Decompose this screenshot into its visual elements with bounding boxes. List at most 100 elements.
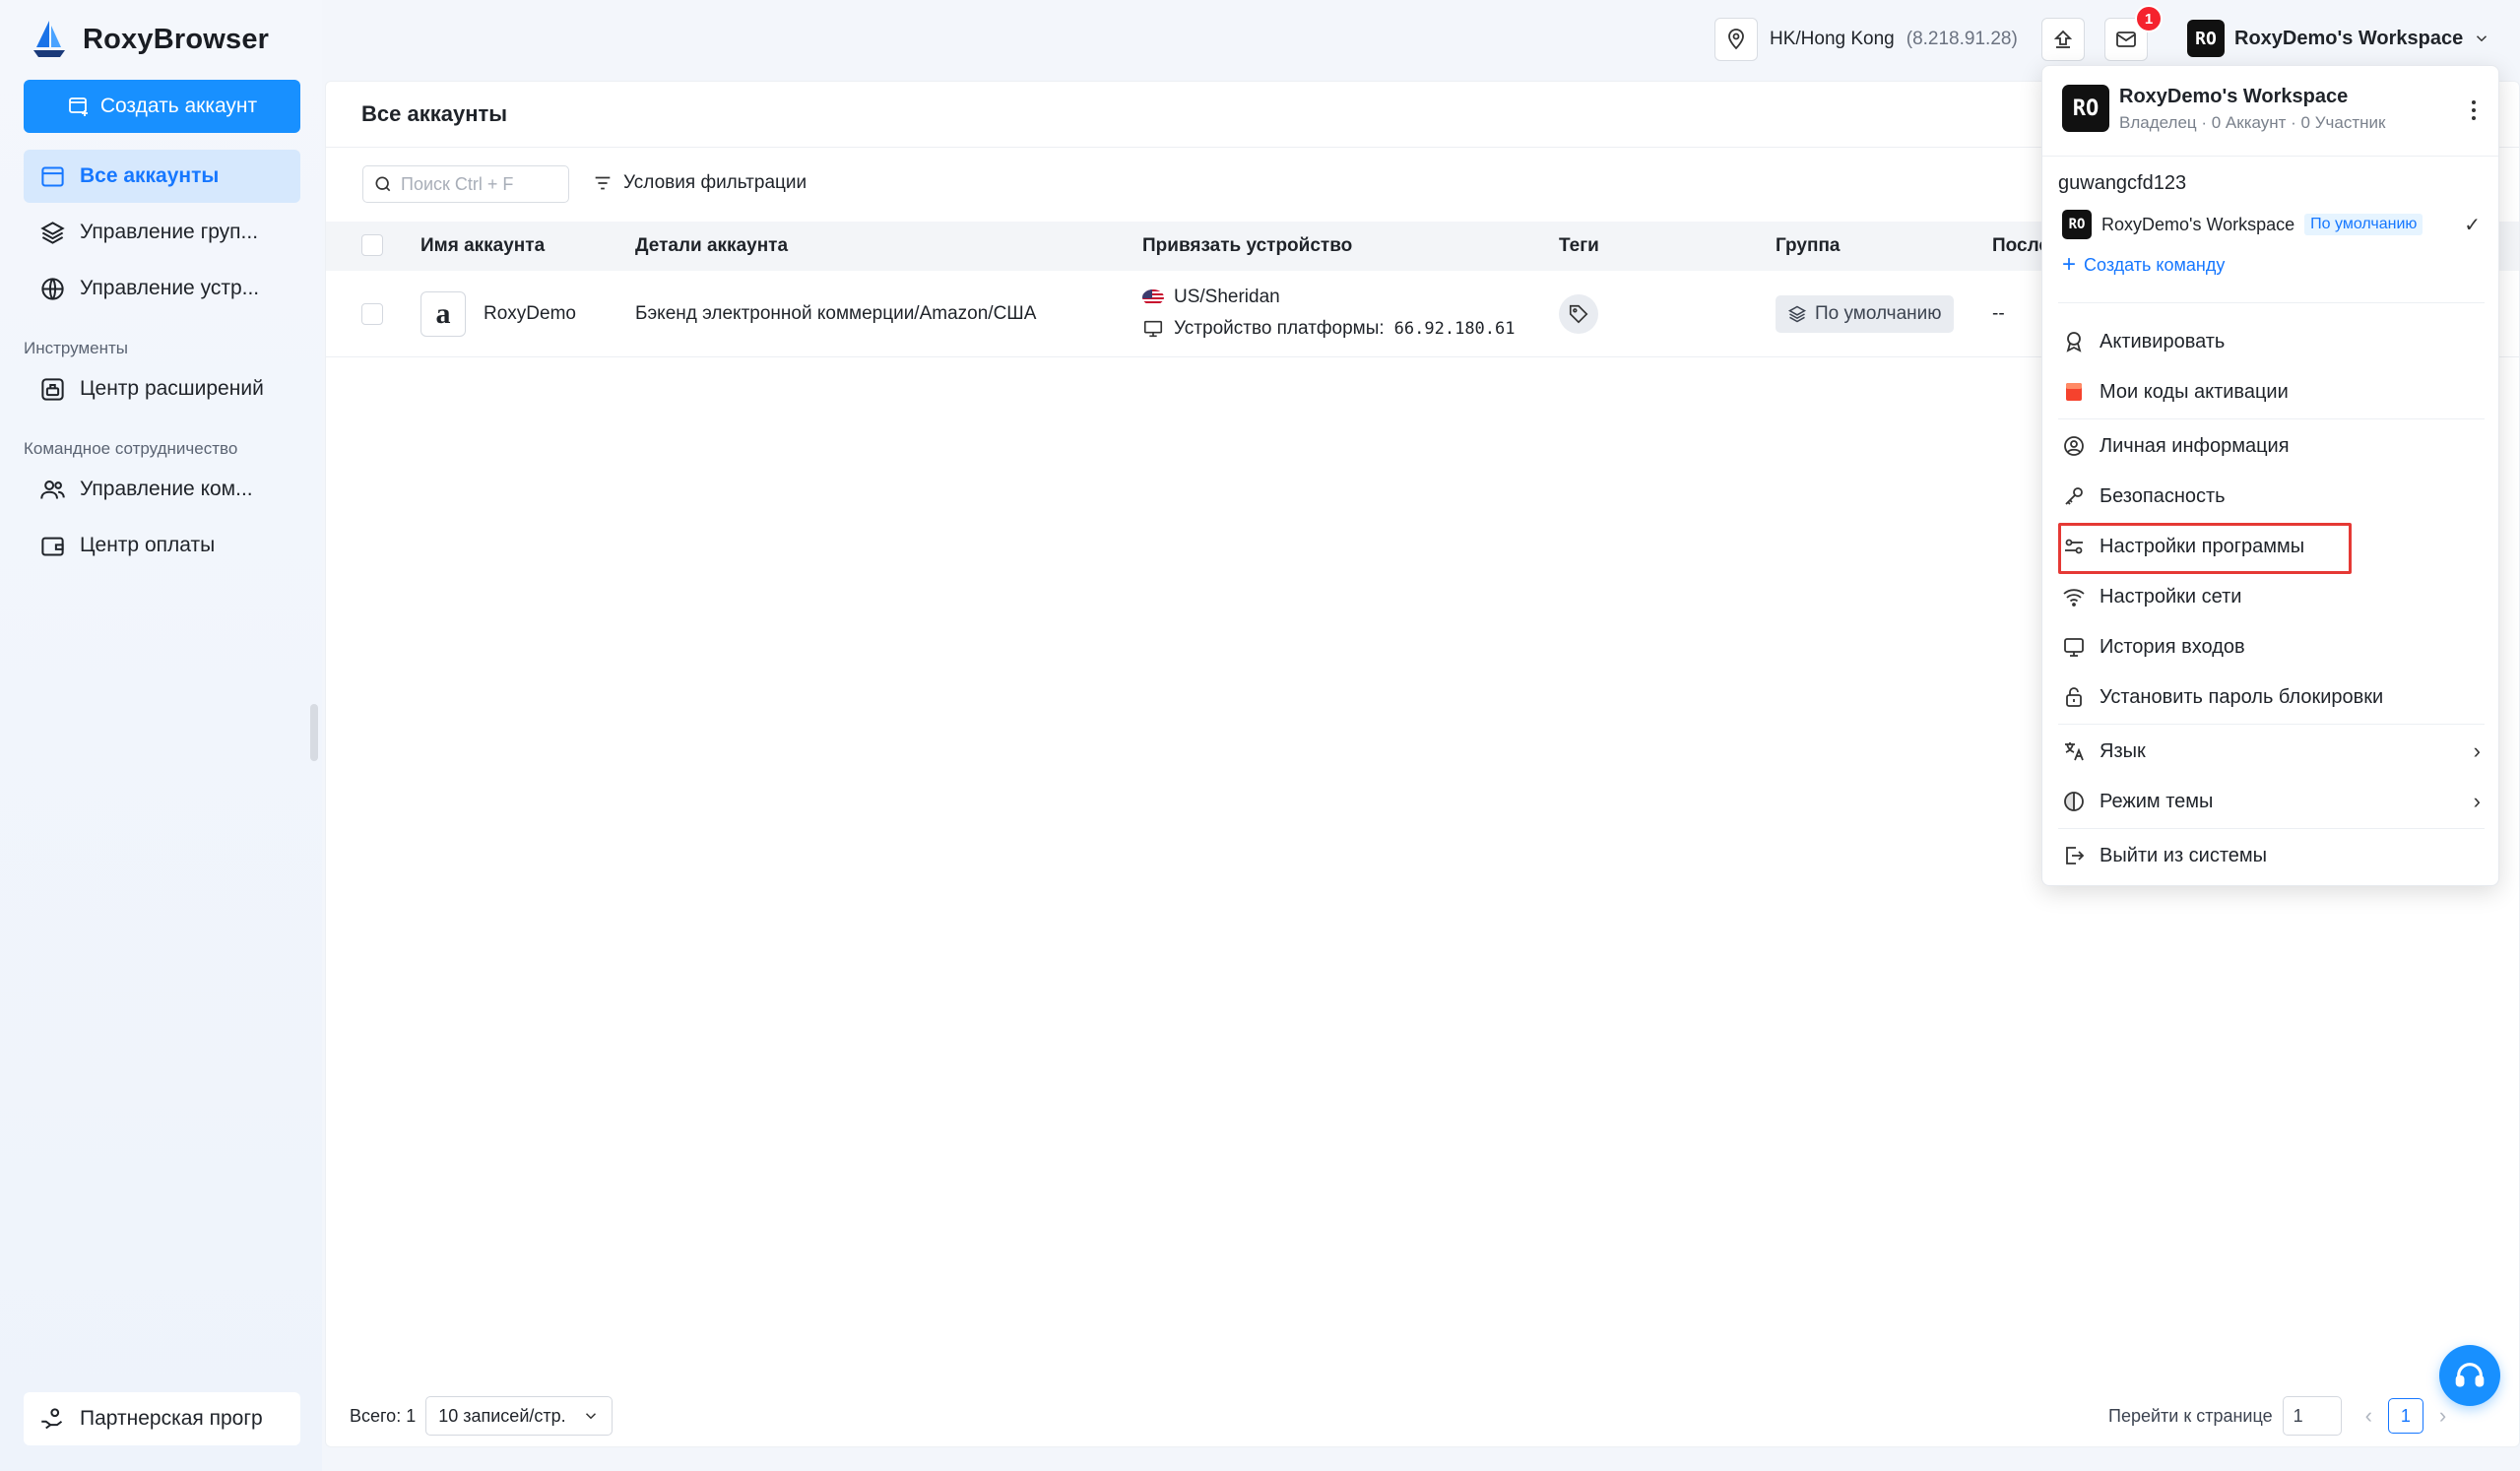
tag-button[interactable]	[1559, 294, 1598, 334]
badge-icon	[2066, 332, 2082, 352]
layers-icon	[40, 221, 65, 244]
menu-item-label: Личная информация	[2100, 434, 2290, 457]
menu-item-activation-codes[interactable]: Мои коды активации	[2062, 372, 2481, 412]
menu-item-label: Активировать	[2100, 330, 2226, 352]
window-icon	[41, 165, 64, 187]
menu-item-lock-password[interactable]: Установить пароль блокировки	[2062, 677, 2481, 717]
partner-label: Партнерская прогр	[80, 1407, 263, 1430]
create-team-label: Создать команду	[2084, 254, 2226, 275]
create-team-button[interactable]: + Создать команду	[2062, 253, 2225, 277]
menu-item-label: Выйти из системы	[2100, 844, 2268, 866]
sidebar-item-label: Центр оплаты	[80, 534, 216, 556]
translate-icon	[2065, 742, 2084, 761]
divider	[2058, 724, 2485, 725]
chevron-down-icon	[586, 1413, 597, 1420]
extension-icon	[41, 377, 64, 401]
highlight-box	[2058, 523, 2352, 574]
sidebar-item-group-management[interactable]: Управление груп...	[24, 206, 300, 259]
pagination-total: Всего: 1 10 записей/стр.	[350, 1396, 614, 1436]
location-ip: (8.218.91.28)	[1906, 29, 2018, 49]
menu-item-login-history[interactable]: История входов	[2062, 627, 2481, 667]
section-title-team: Командное сотрудничество	[24, 439, 238, 458]
device-label: Устройство платформы:	[1174, 318, 1385, 339]
pagination-goto: Перейти к странице 1 ‹ 1 ›	[2108, 1396, 2446, 1436]
sidebar: RoxyBrowser Создать аккаунт Все аккаунты…	[0, 0, 322, 1471]
column-header[interactable]: Детали аккаунта	[635, 235, 788, 257]
menu-item-profile[interactable]: Личная информация	[2062, 426, 2481, 466]
headset-icon	[2455, 1363, 2485, 1387]
tag-icon	[1569, 304, 1588, 324]
search-input[interactable]: Поиск Ctrl + F	[362, 165, 569, 203]
search-icon	[375, 176, 391, 192]
upload-icon	[2053, 30, 2073, 48]
workspace-option[interactable]: RO RoxyDemo's Workspace По умолчанию ✓	[2062, 210, 2481, 239]
support-button[interactable]	[2439, 1345, 2500, 1406]
sidebar-item-team-management[interactable]: Управление ком...	[24, 463, 300, 516]
monitor-icon	[1143, 320, 1163, 338]
page-button-current[interactable]: 1	[2387, 1398, 2423, 1434]
column-header[interactable]: Теги	[1559, 235, 1599, 257]
workspace-avatar: RO	[2187, 20, 2225, 57]
menu-item-label: Установить пароль блокировки	[2100, 685, 2384, 708]
filter-conditions-button[interactable]: Условия фильтрации	[592, 172, 807, 194]
logout-icon	[2066, 847, 2085, 864]
upload-button[interactable]	[2041, 18, 2085, 61]
column-header[interactable]: Привязать устройство	[1142, 235, 1352, 257]
chevron-right-icon: ›	[2473, 738, 2481, 763]
select-all-checkbox[interactable]	[361, 234, 383, 256]
more-vertical-icon[interactable]	[2464, 96, 2484, 125]
row-checkbox[interactable]	[361, 303, 383, 325]
workspace-dropdown-menu: RO RoxyDemo's Workspace Владелец · 0 Акк…	[2041, 65, 2499, 886]
sidebar-item-label: Центр расширений	[80, 377, 264, 400]
menu-item-theme[interactable]: Режим темы ›	[2062, 782, 2481, 821]
menu-item-language[interactable]: Язык ›	[2062, 732, 2481, 771]
location-name: HK/Hong Kong	[1770, 29, 1895, 49]
sidebar-item-payment-center[interactable]: Центр оплаты	[24, 519, 300, 572]
notification-badge: 1	[2135, 5, 2163, 32]
device-ip: 66.92.180.61	[1393, 319, 1516, 339]
divider	[2058, 828, 2485, 829]
column-header[interactable]: Группа	[1776, 235, 1841, 257]
dropdown-avatar: RO	[2062, 85, 2109, 132]
menu-item-network-settings[interactable]: Настройки сети	[2062, 577, 2481, 616]
app-name: RoxyBrowser	[83, 23, 270, 55]
mail-icon	[2116, 32, 2136, 47]
group-chip: По умолчанию	[1776, 295, 1954, 333]
column-header[interactable]: Имя аккаунта	[420, 235, 545, 257]
amazon-icon: a	[420, 291, 466, 337]
sidebar-item-label: Управление груп...	[80, 221, 259, 243]
workspace-switcher[interactable]: RO RoxyDemo's Workspace	[2187, 20, 2490, 57]
users-icon	[40, 480, 65, 499]
menu-item-security[interactable]: Безопасность	[2062, 477, 2481, 516]
layers-icon	[1787, 305, 1807, 323]
prev-page-icon[interactable]: ‹	[2365, 1403, 2372, 1429]
menu-item-logout[interactable]: Выйти из системы	[2062, 836, 2481, 875]
page-size-select[interactable]: 10 записей/стр.	[425, 1396, 614, 1436]
add-window-icon	[68, 97, 88, 116]
sidebar-item-label: Управление устр...	[80, 277, 260, 299]
sidebar-item-partner-program[interactable]: Партнерская прогр	[24, 1392, 300, 1445]
next-page-icon[interactable]: ›	[2439, 1403, 2446, 1429]
last-value: --	[1992, 303, 2005, 324]
default-badge: По умолчанию	[2304, 214, 2423, 235]
workspace-option-avatar: RO	[2062, 210, 2092, 239]
create-account-button[interactable]: Создать аккаунт	[24, 80, 300, 133]
lock-icon	[2066, 687, 2082, 707]
page-title: Все аккаунты	[361, 101, 508, 126]
sidebar-scrollbar[interactable]	[310, 704, 318, 761]
goto-page-input[interactable]: 1	[2282, 1396, 2342, 1436]
sidebar-item-label: Все аккаунты	[80, 164, 220, 187]
filter-label: Условия фильтрации	[623, 172, 808, 193]
total-label: Всего: 1	[350, 1405, 417, 1426]
workspace-option-name: RoxyDemo's Workspace	[2101, 214, 2295, 234]
proxy-location[interactable]: HK/Hong Kong (8.218.91.28)	[1714, 18, 2018, 61]
dropdown-workspace-sub: Владелец · 0 Аккаунт · 0 Участник	[2119, 113, 2386, 132]
globe-icon	[41, 277, 64, 300]
sidebar-item-device-management[interactable]: Управление устр...	[24, 262, 300, 315]
menu-item-activate[interactable]: Активировать	[2062, 322, 2481, 361]
sidebar-item-all-accounts[interactable]: Все аккаунты	[24, 150, 300, 203]
dropdown-header: RO RoxyDemo's Workspace Владелец · 0 Акк…	[2042, 66, 2498, 157]
section-title-tools: Инструменты	[24, 339, 129, 357]
page-size-value: 10 записей/стр.	[438, 1405, 566, 1426]
sidebar-item-extension-center[interactable]: Центр расширений	[24, 362, 300, 416]
